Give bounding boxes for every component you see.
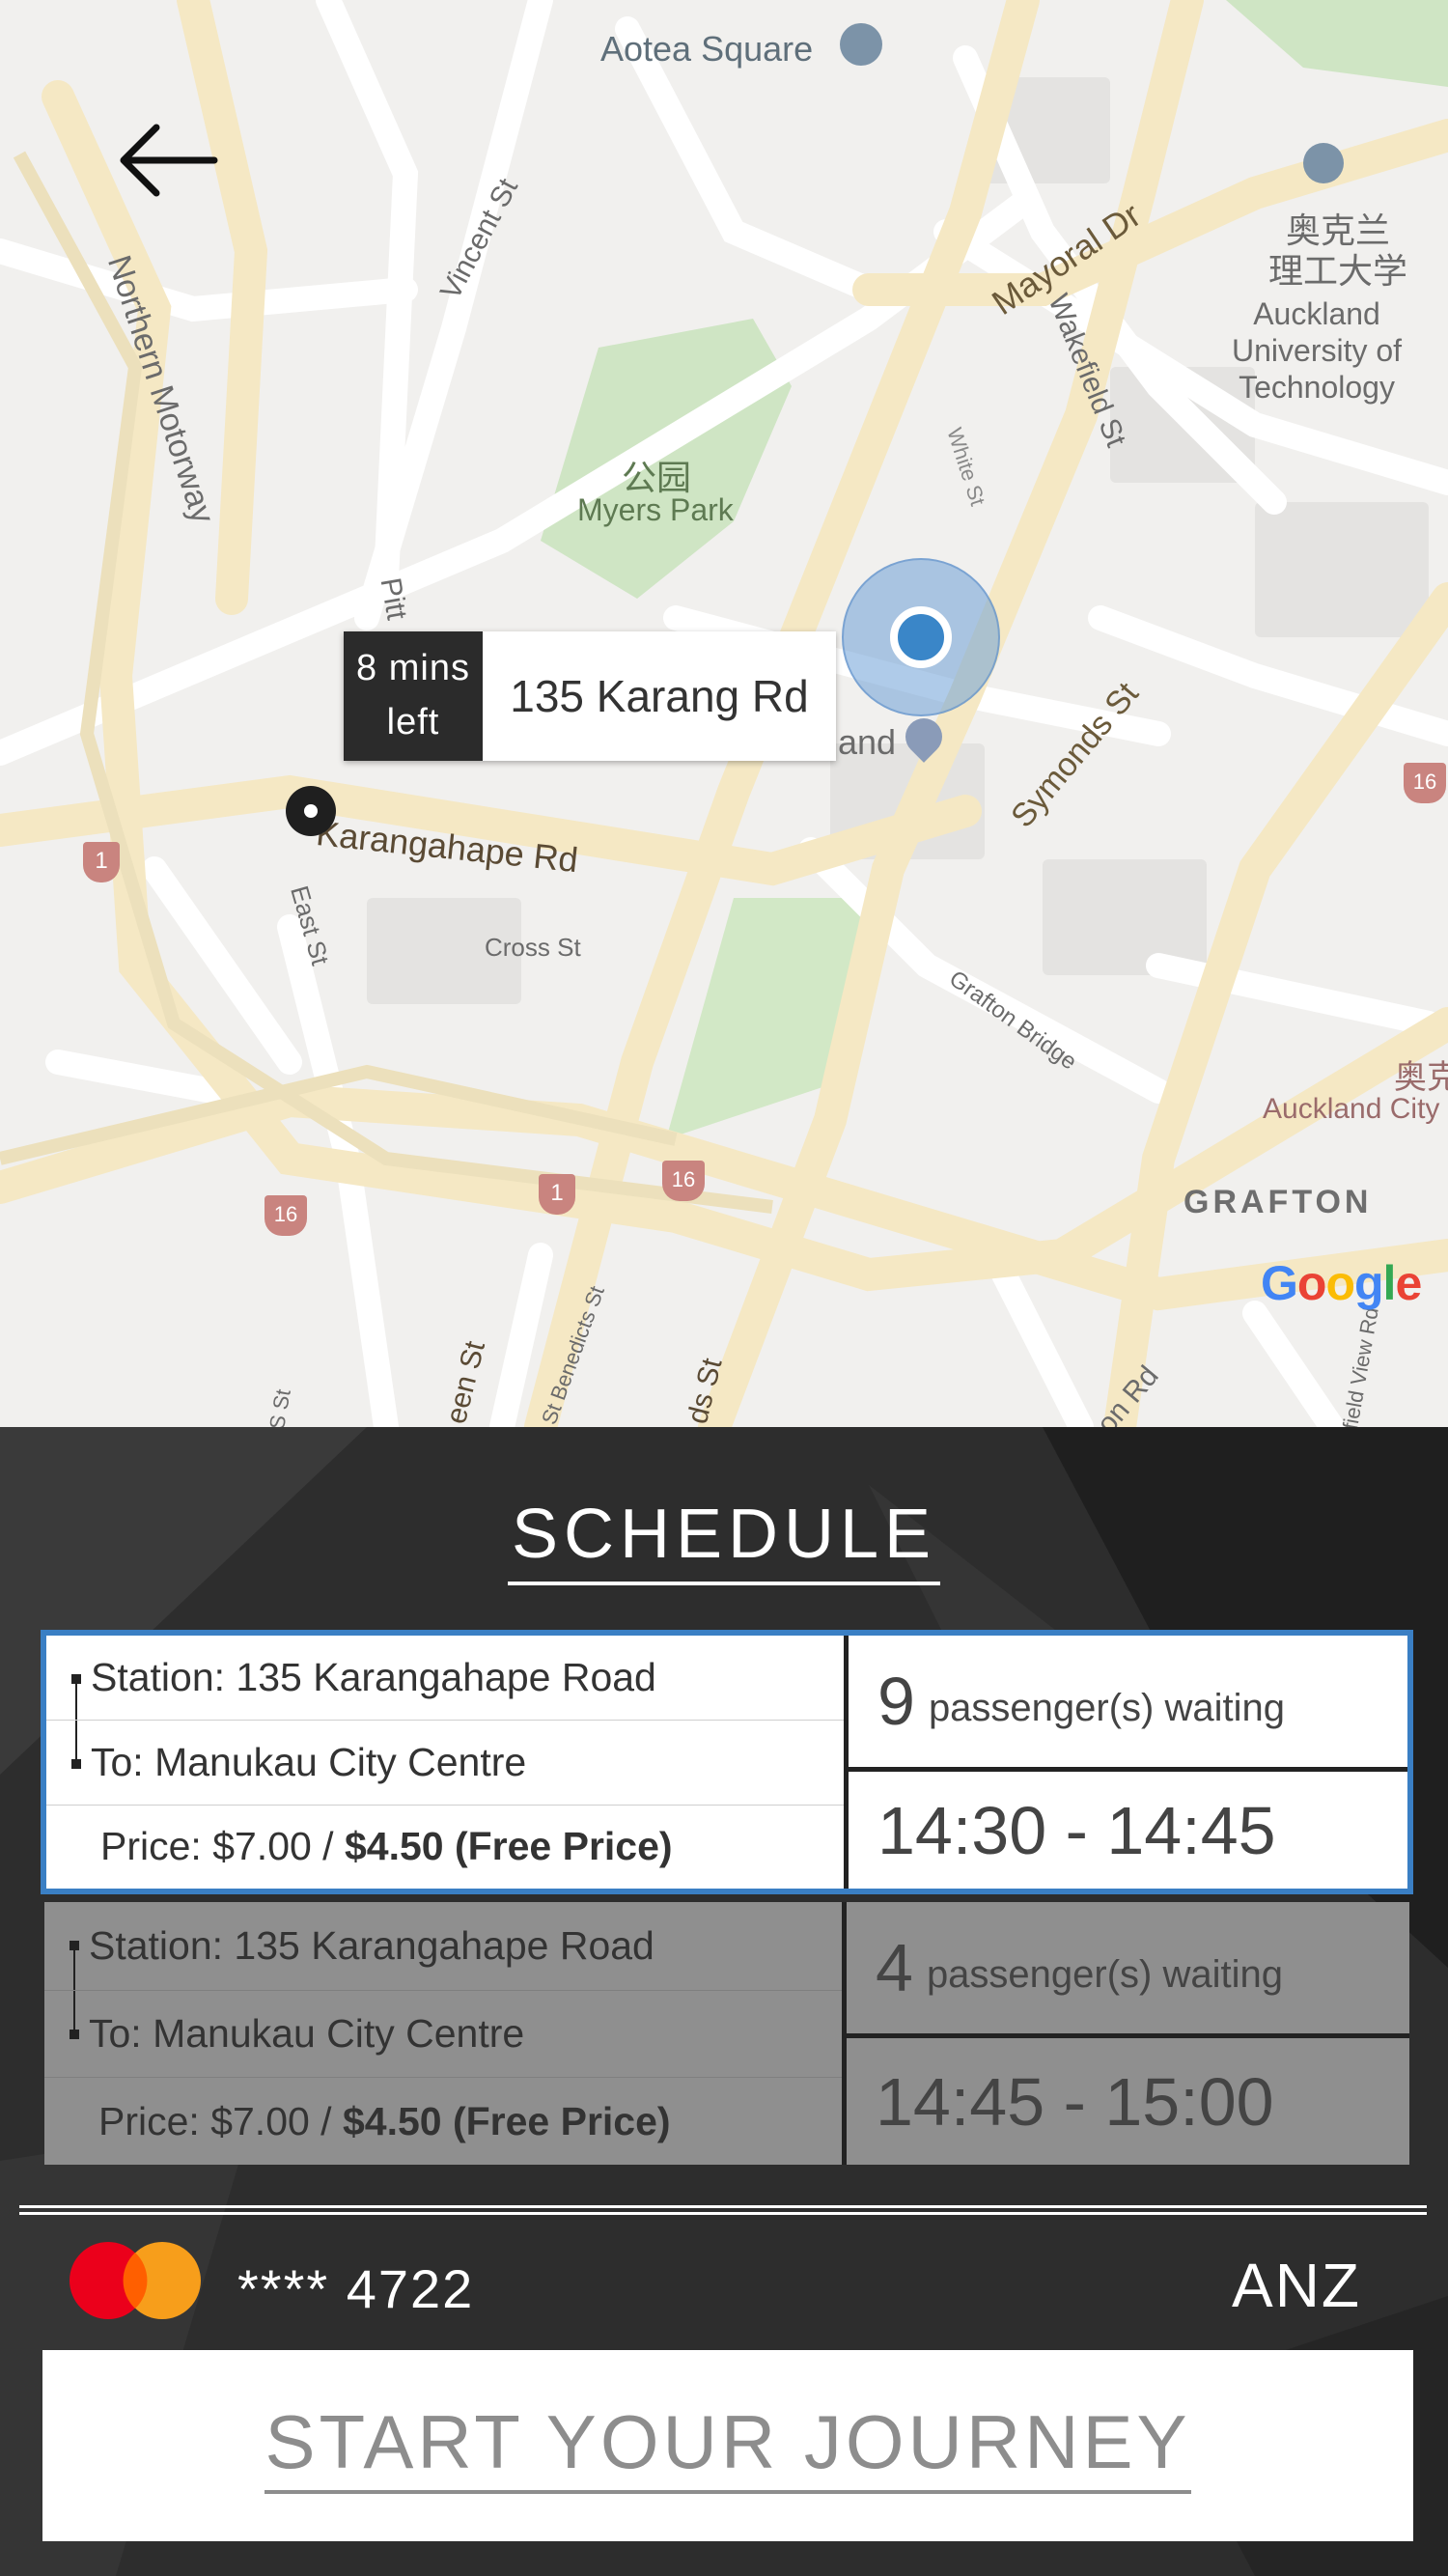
station-row: Station: 135 Karangahape Road	[46, 1636, 844, 1769]
eta-minutes: 8 mins	[356, 648, 470, 688]
passenger-count-number: 9	[877, 1664, 915, 1739]
station-row: Station: 135 Karangahape Road	[44, 1902, 842, 2035]
user-location-dot-icon	[890, 606, 952, 668]
map-label-auckland-city-chinese: 奥克	[1394, 1059, 1448, 1096]
passenger-count-number: 4	[876, 1930, 913, 2005]
eta-box: 8 mins left	[344, 631, 483, 761]
destination-label: To: Manukau City Centre	[89, 2011, 525, 2056]
passenger-count-label: passenger(s) waiting	[928, 1686, 1285, 1729]
destination-row: To: Manukau City Centre	[44, 1989, 842, 2078]
arrow-left-icon	[120, 124, 218, 197]
map-label-cross-st: Cross St	[485, 933, 581, 962]
schedule-item-selected[interactable]: Station: 135 Karangahape Road To: Manuka…	[41, 1630, 1413, 1894]
time-window: 14:45 - 15:00	[847, 2033, 1409, 2165]
graduation-poi-icon	[1303, 143, 1344, 183]
route-node-icon	[70, 2029, 79, 2039]
map-label-aut-english: Auckland University of Technology	[1232, 296, 1403, 405]
mastercard-icon	[70, 2242, 201, 2319]
payment-method-row[interactable]: **** 4722 ANZ	[0, 2240, 1448, 2346]
camera-poi-icon	[840, 23, 882, 66]
price-label: Price: $7.00 /	[98, 2098, 343, 2143]
eta-address: 135 Karang Rd	[483, 631, 836, 761]
eta-left-label: left	[386, 702, 440, 742]
passenger-count: 9 passenger(s) waiting	[849, 1636, 1407, 1767]
schedule-item-status: 4 passenger(s) waiting 14:45 - 15:00	[842, 1902, 1409, 2165]
start-journey-label: START YOUR JOURNEY	[265, 2398, 1191, 2494]
passenger-count-label: passenger(s) waiting	[926, 1952, 1283, 1996]
back-button[interactable]	[114, 120, 220, 201]
card-number: **** 4722	[237, 2258, 475, 2319]
schedule-title-wrap: SCHEDULE	[0, 1495, 1448, 1585]
destination-label: To: Manukau City Centre	[91, 1739, 527, 1784]
price-row: Price: $7.00 / $4.50 (Free Price)	[46, 1804, 844, 1889]
station-marker-icon[interactable]	[286, 786, 336, 836]
time-window: 14:30 - 14:45	[849, 1767, 1407, 1889]
schedule-item-status: 9 passenger(s) waiting 14:30 - 14:45	[844, 1636, 1407, 1889]
free-price-label: $4.50 (Free Price)	[344, 1824, 673, 1869]
map-label-pitt: Pitt	[374, 575, 413, 623]
price-row: Price: $7.00 / $4.50 (Free Price)	[44, 2077, 842, 2165]
map-label-auckland-city: Auckland City	[1263, 1093, 1440, 1125]
schedule-item-details: Station: 135 Karangahape Road To: Manuka…	[44, 1902, 842, 2165]
station-label: Station: 135 Karangahape Road	[91, 1655, 656, 1700]
schedule-panel: SCHEDULE Station: 135 Karangahape Road T…	[0, 1427, 1448, 2576]
route-16-shield: 16	[1404, 763, 1446, 803]
map-label-aut-chinese: 奥克兰 理工大学	[1268, 210, 1408, 291]
map-label-aotea-square: Aotea Square	[600, 29, 814, 69]
price-label: Price: $7.00 /	[100, 1824, 345, 1869]
google-logo: Google	[1261, 1256, 1422, 1310]
station-label: Station: 135 Karangahape Road	[89, 1922, 654, 1968]
passenger-count: 4 passenger(s) waiting	[847, 1902, 1409, 2033]
start-journey-button[interactable]: START YOUR JOURNEY	[42, 2350, 1413, 2541]
schedule-title: SCHEDULE	[507, 1495, 941, 1585]
route-16-shield: 16	[265, 1195, 307, 1236]
map-view[interactable]: Aotea Square Northern Motorway Vincent S…	[0, 0, 1448, 1427]
route-1-shield: 1	[83, 842, 120, 882]
map-label-myers-park: Myers Park	[577, 492, 734, 527]
destination-row: To: Manukau City Centre	[46, 1720, 844, 1804]
route-1-shield: 1	[539, 1174, 575, 1215]
map-label-land: and	[838, 722, 897, 762]
schedule-item[interactable]: Station: 135 Karangahape Road To: Manuka…	[44, 1902, 1409, 2165]
route-node-icon	[71, 1759, 81, 1770]
eta-bubble[interactable]: 8 mins left 135 Karang Rd	[344, 631, 836, 761]
bank-name: ANZ	[1232, 2251, 1361, 2320]
route-16-shield: 16	[662, 1161, 705, 1201]
map-label-grafton: GRAFTON	[1183, 1184, 1373, 1220]
section-divider	[19, 2205, 1427, 2215]
schedule-item-details: Station: 135 Karangahape Road To: Manuka…	[46, 1636, 844, 1889]
free-price-label: $4.50 (Free Price)	[342, 2098, 671, 2143]
